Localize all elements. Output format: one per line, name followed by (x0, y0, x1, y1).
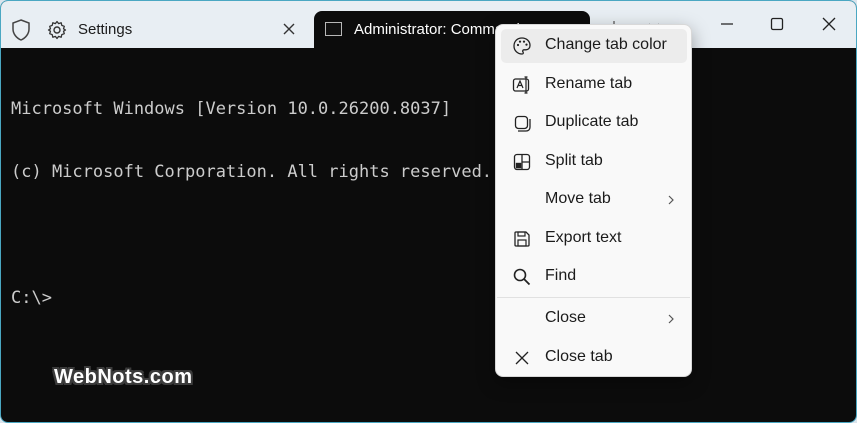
command-prompt-icon (325, 22, 342, 36)
palette-icon (513, 37, 531, 55)
menu-item-label: Duplicate tab (545, 113, 639, 130)
tab-settings[interactable]: Settings (39, 11, 309, 48)
split-icon (513, 153, 531, 171)
menu-item-label: Close (545, 309, 586, 326)
duplicate-icon (514, 115, 531, 132)
menu-item-label: Move tab (545, 190, 611, 207)
menu-item-close[interactable]: Close (501, 302, 687, 336)
shield-icon (12, 19, 30, 41)
tab-context-menu: Change tab color Rename tab Duplicate ta… (495, 24, 692, 377)
title-bar[interactable]: Settings Administrator: Command Prompt (1, 1, 856, 48)
menu-item-find[interactable]: Find (501, 260, 687, 294)
maximize-icon[interactable] (767, 14, 787, 34)
menu-item-export-text[interactable]: Export text (501, 222, 687, 256)
gear-icon (47, 20, 67, 40)
rename-icon (512, 76, 530, 94)
menu-item-change-tab-color[interactable]: Change tab color (501, 29, 687, 63)
menu-separator (497, 297, 690, 298)
close-window-icon[interactable] (819, 14, 839, 34)
watermark-logo: WebNots.com (54, 366, 193, 388)
menu-item-move-tab[interactable]: Move tab (501, 183, 687, 217)
menu-item-label: Export text (545, 229, 622, 246)
menu-item-duplicate-tab[interactable]: Duplicate tab (501, 106, 687, 140)
menu-item-label: Find (545, 267, 577, 284)
save-icon (514, 231, 530, 247)
minimize-icon[interactable] (717, 14, 737, 34)
menu-item-label: Close tab (545, 348, 613, 365)
menu-item-rename-tab[interactable]: Rename tab (501, 68, 687, 102)
menu-item-label: Rename tab (545, 75, 633, 92)
chevron-right-icon (668, 195, 674, 205)
chevron-right-icon (668, 314, 674, 324)
close-tab-icon[interactable] (281, 21, 297, 37)
terminal-output[interactable]: Microsoft Windows [Version 10.0.26200.80… (11, 57, 492, 351)
terminal-prompt: C:\> (11, 288, 52, 308)
menu-item-split-tab[interactable]: Split tab (501, 145, 687, 179)
terminal-window: Settings Administrator: Command Prompt M… (0, 0, 857, 423)
menu-item-close-tab[interactable]: Close tab (501, 341, 687, 375)
menu-item-label: Change tab color (545, 36, 667, 53)
tab-settings-label: Settings (78, 21, 133, 38)
terminal-line: (c) Microsoft Corporation. All rights re… (11, 162, 493, 182)
terminal-line: Microsoft Windows [Version 10.0.26200.80… (11, 99, 452, 119)
close-icon (515, 351, 529, 365)
menu-item-label: Split tab (545, 152, 603, 169)
search-icon (513, 268, 531, 286)
